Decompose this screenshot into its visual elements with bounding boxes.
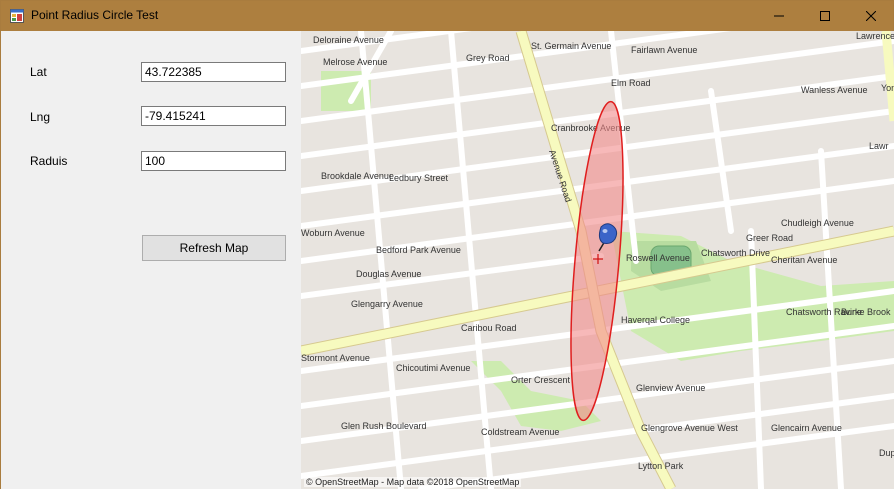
street-label: Lytton Park [638, 461, 684, 471]
street-label: Caribou Road [461, 323, 517, 333]
street-label: Roswell Avenue [626, 253, 690, 263]
maximize-icon [820, 11, 830, 21]
lng-input[interactable] [141, 106, 286, 126]
street-label: Brookdale Avenue [321, 171, 394, 181]
street-label: Chatsworth Drive [701, 248, 770, 258]
street-label: Bedford Park Avenue [376, 245, 461, 255]
street-label: Ledbury Street [389, 173, 449, 183]
lat-input[interactable] [141, 62, 286, 82]
street-label: Lawr [869, 141, 889, 151]
street-label: Melrose Avenue [323, 57, 387, 67]
minimize-button[interactable] [756, 1, 802, 31]
radius-label: Raduis [30, 154, 68, 168]
title-bar[interactable]: Point Radius Circle Test [1, 1, 893, 31]
street-label: Glen Rush Boulevard [341, 421, 427, 431]
street-label: Elm Road [611, 78, 651, 88]
street-label: Burke Brook [841, 307, 891, 317]
street-label: Grey Road [466, 53, 510, 63]
street-label: Fairlawn Avenue [631, 45, 697, 55]
input-panel: Lat Lng Raduis Refresh Map [1, 31, 301, 489]
street-label: Lawrence Park [856, 31, 894, 41]
street-label: St. Germain Avenue [531, 41, 611, 51]
street-label: Stormont Avenue [301, 353, 370, 363]
lng-label: Lng [30, 110, 51, 124]
street-label: Glengrove Avenue West [641, 423, 738, 433]
refresh-map-button[interactable]: Refresh Map [142, 235, 286, 261]
street-label: Chicoutimi Avenue [396, 363, 470, 373]
street-label: Greer Road [746, 233, 793, 243]
map-view[interactable]: Deloraine Avenue Melrose Avenue St. Germ… [301, 31, 894, 489]
maximize-button[interactable] [802, 1, 848, 31]
street-label: Chudleigh Avenue [781, 218, 854, 228]
street-label: Coldstream Avenue [481, 427, 559, 437]
street-label: Glengarry Avenue [351, 299, 423, 309]
street-label: Yonge Street [881, 83, 894, 93]
close-button[interactable] [848, 1, 894, 31]
street-label: Glenview Avenue [636, 383, 705, 393]
app-window: Point Radius Circle Test Lat Lng Raduis … [0, 0, 894, 489]
map-attribution[interactable]: © OpenStreetMap - Map data ©2018 OpenStr… [304, 477, 522, 487]
street-label: Cheritan Avenue [771, 255, 837, 265]
street-label: Glencairn Avenue [771, 423, 842, 433]
street-label: Deloraine Avenue [313, 35, 384, 45]
app-icon [10, 9, 24, 23]
lat-label: Lat [30, 65, 47, 79]
street-label: Orter Crescent [511, 375, 571, 385]
street-label: Douglas Avenue [356, 269, 421, 279]
street-label: Dupl [879, 448, 894, 458]
minimize-icon [774, 15, 784, 17]
radius-input[interactable] [141, 151, 286, 171]
street-label: Wanless Avenue [801, 85, 868, 95]
street-label: Haverqal College [621, 315, 690, 325]
map-canvas[interactable]: Deloraine Avenue Melrose Avenue St. Germ… [301, 31, 894, 489]
close-icon [866, 11, 876, 21]
street-label: Woburn Avenue [301, 228, 365, 238]
window-title: Point Radius Circle Test [31, 8, 159, 22]
